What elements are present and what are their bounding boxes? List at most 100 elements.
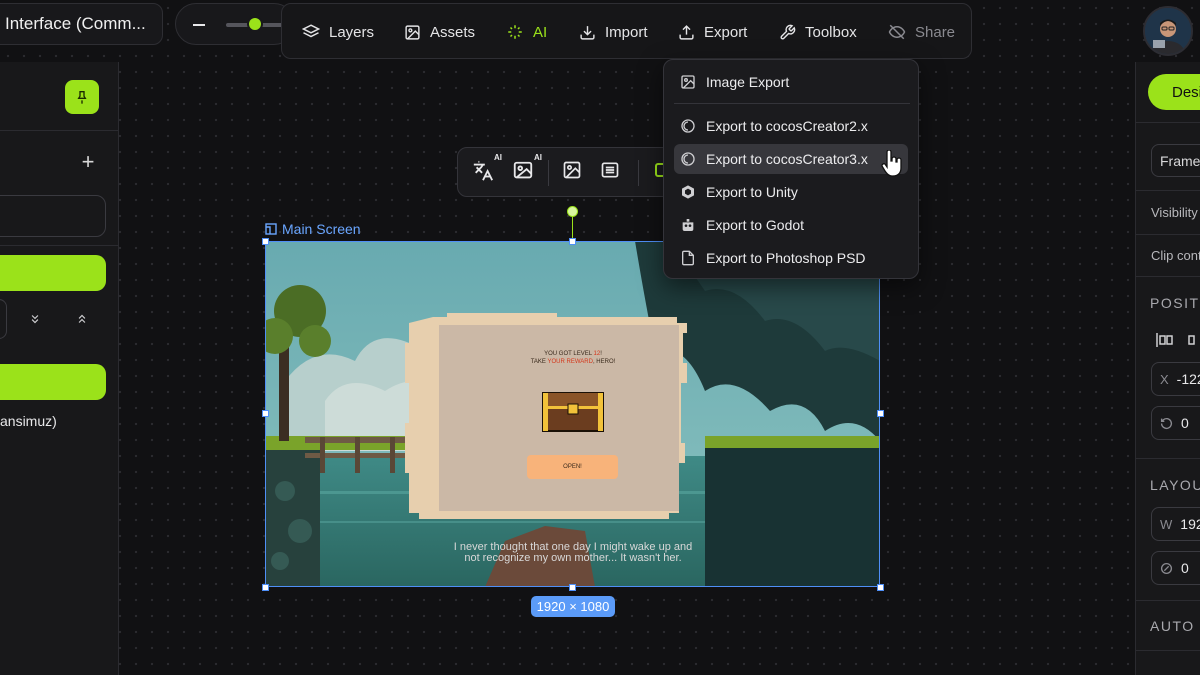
- radius-icon: [1160, 562, 1173, 574]
- ai-label: AI: [533, 23, 548, 41]
- import-button[interactable]: Import: [579, 4, 648, 60]
- menu-item-label: Export to Unity: [706, 184, 798, 200]
- menu-divider: [674, 103, 910, 104]
- tab-design[interactable]: Desi: [1148, 74, 1200, 110]
- toolbox-button[interactable]: Toolbox: [779, 4, 857, 60]
- rotation-value: 0: [1181, 415, 1189, 431]
- zoom-slider-handle[interactable]: [249, 18, 261, 30]
- level-prefix: YOU GOT LEVEL: [544, 351, 594, 357]
- divider: [0, 245, 118, 246]
- layout-section-title: LAYOU: [1150, 477, 1200, 493]
- secondary-action-button[interactable]: [0, 364, 106, 400]
- align-center-icon[interactable]: [1187, 332, 1197, 348]
- layers-button[interactable]: Layers: [302, 4, 374, 60]
- width-field[interactable]: W 192: [1151, 507, 1200, 541]
- floating-toolbar: AI AI: [457, 147, 672, 197]
- game-scene-illustration: [265, 241, 880, 587]
- insert-image-button[interactable]: [562, 160, 586, 184]
- chevrons-down-icon[interactable]: [28, 312, 42, 326]
- rotate-icon: [1160, 417, 1173, 429]
- resize-handle-l[interactable]: [262, 410, 269, 417]
- share-label: Share: [915, 23, 956, 41]
- w-label: W: [1160, 516, 1173, 532]
- resize-handle-t[interactable]: [569, 238, 576, 245]
- x-position-field[interactable]: X -122: [1151, 362, 1200, 396]
- resize-handle-bl[interactable]: [262, 584, 269, 591]
- resize-handle-r[interactable]: [877, 410, 884, 417]
- wrench-icon: [780, 24, 796, 40]
- x-value: -122: [1176, 371, 1200, 387]
- ai-badge: AI: [534, 153, 542, 162]
- ai-button[interactable]: AI: [506, 4, 547, 60]
- level-suffix: !: [600, 351, 602, 357]
- frame-icon: [265, 223, 277, 235]
- menu-item-psd[interactable]: Export to Photoshop PSD: [674, 243, 908, 273]
- align-left-icon[interactable]: [1156, 332, 1174, 348]
- visibility-label: Visibility: [1151, 205, 1198, 220]
- menu-item-godot[interactable]: Export to Godot: [674, 210, 908, 240]
- pin-icon: [77, 91, 87, 104]
- auto-layout-section-title: AUTO L: [1150, 618, 1200, 634]
- translate-icon: [473, 160, 493, 181]
- frame-select-value: Frame: [1160, 152, 1200, 169]
- ai-translate-button[interactable]: [472, 160, 496, 184]
- avatar[interactable]: [1143, 6, 1193, 56]
- image-icon: [563, 161, 581, 179]
- project-title[interactable]: Interface (Comm...: [0, 3, 163, 45]
- frame-size-badge: 1920 × 1080: [531, 596, 615, 617]
- corner-radius-field[interactable]: 0: [1151, 551, 1200, 585]
- resize-handle-br[interactable]: [877, 584, 884, 591]
- radius-value: 0: [1181, 560, 1189, 576]
- frame-label[interactable]: Main Screen: [265, 221, 361, 237]
- chevrons-up-icon[interactable]: [75, 312, 89, 326]
- primary-action-button[interactable]: [0, 255, 106, 291]
- toolbox-label: Toolbox: [805, 23, 857, 41]
- clip-content-label: Clip cont: [1151, 248, 1200, 263]
- cocos-icon: [681, 152, 695, 166]
- divider: [1136, 458, 1200, 459]
- export-button[interactable]: Export: [678, 4, 747, 60]
- list-item[interactable]: ansimuz): [0, 413, 57, 429]
- download-icon: [580, 25, 595, 40]
- separator: [548, 160, 549, 186]
- pin-button[interactable]: [65, 80, 99, 114]
- reward-highlight: YOUR REWARD: [547, 359, 593, 365]
- divider: [1136, 600, 1200, 601]
- frame-select[interactable]: Frame: [1151, 144, 1200, 177]
- ai-image-button[interactable]: [512, 160, 536, 184]
- rotation-handle[interactable]: [567, 206, 578, 217]
- layers-icon: [302, 24, 320, 38]
- divider: [0, 130, 118, 131]
- menu-item-label: Export to cocosCreator3.x: [706, 151, 868, 167]
- menu-item-label: Image Export: [706, 74, 790, 90]
- add-icon[interactable]: +: [78, 151, 98, 173]
- ai-badge: AI: [494, 153, 502, 162]
- menu-item-label: Export to Photoshop PSD: [706, 250, 866, 266]
- dialog-subtitle: I never thought that one day I might wak…: [453, 541, 693, 564]
- divider: [1136, 650, 1200, 651]
- menu-item-label: Export to cocosCreator2.x: [706, 118, 868, 134]
- layers-label: Layers: [329, 23, 375, 41]
- assets-button[interactable]: Assets: [404, 4, 475, 60]
- menu-item-image-export[interactable]: Image Export: [674, 67, 908, 97]
- menu-item-cocos3[interactable]: Export to cocosCreator3.x: [674, 144, 908, 174]
- resize-handle-b[interactable]: [569, 584, 576, 591]
- main-screen-frame[interactable]: [265, 241, 880, 587]
- export-label: Export: [704, 23, 748, 41]
- selector-box[interactable]: [0, 299, 7, 339]
- sparkle-icon: [508, 25, 522, 39]
- search-input[interactable]: [0, 195, 106, 237]
- separator: [638, 160, 639, 186]
- position-section-title: POSITI: [1150, 295, 1200, 311]
- divider: [1136, 234, 1200, 235]
- menu-item-unity[interactable]: Export to Unity: [674, 177, 908, 207]
- text-block-button[interactable]: [600, 160, 624, 184]
- hand-cursor-icon: [881, 150, 902, 177]
- open-chest-button[interactable]: OPEN!: [527, 455, 618, 479]
- share-button[interactable]: Share: [888, 4, 955, 60]
- zoom-out-icon[interactable]: [193, 24, 205, 26]
- reward-suffix: , HERO!: [592, 359, 616, 365]
- resize-handle-tl[interactable]: [262, 238, 269, 245]
- rotation-field[interactable]: 0: [1151, 406, 1200, 440]
- menu-item-cocos2[interactable]: Export to cocosCreator2.x: [674, 111, 908, 141]
